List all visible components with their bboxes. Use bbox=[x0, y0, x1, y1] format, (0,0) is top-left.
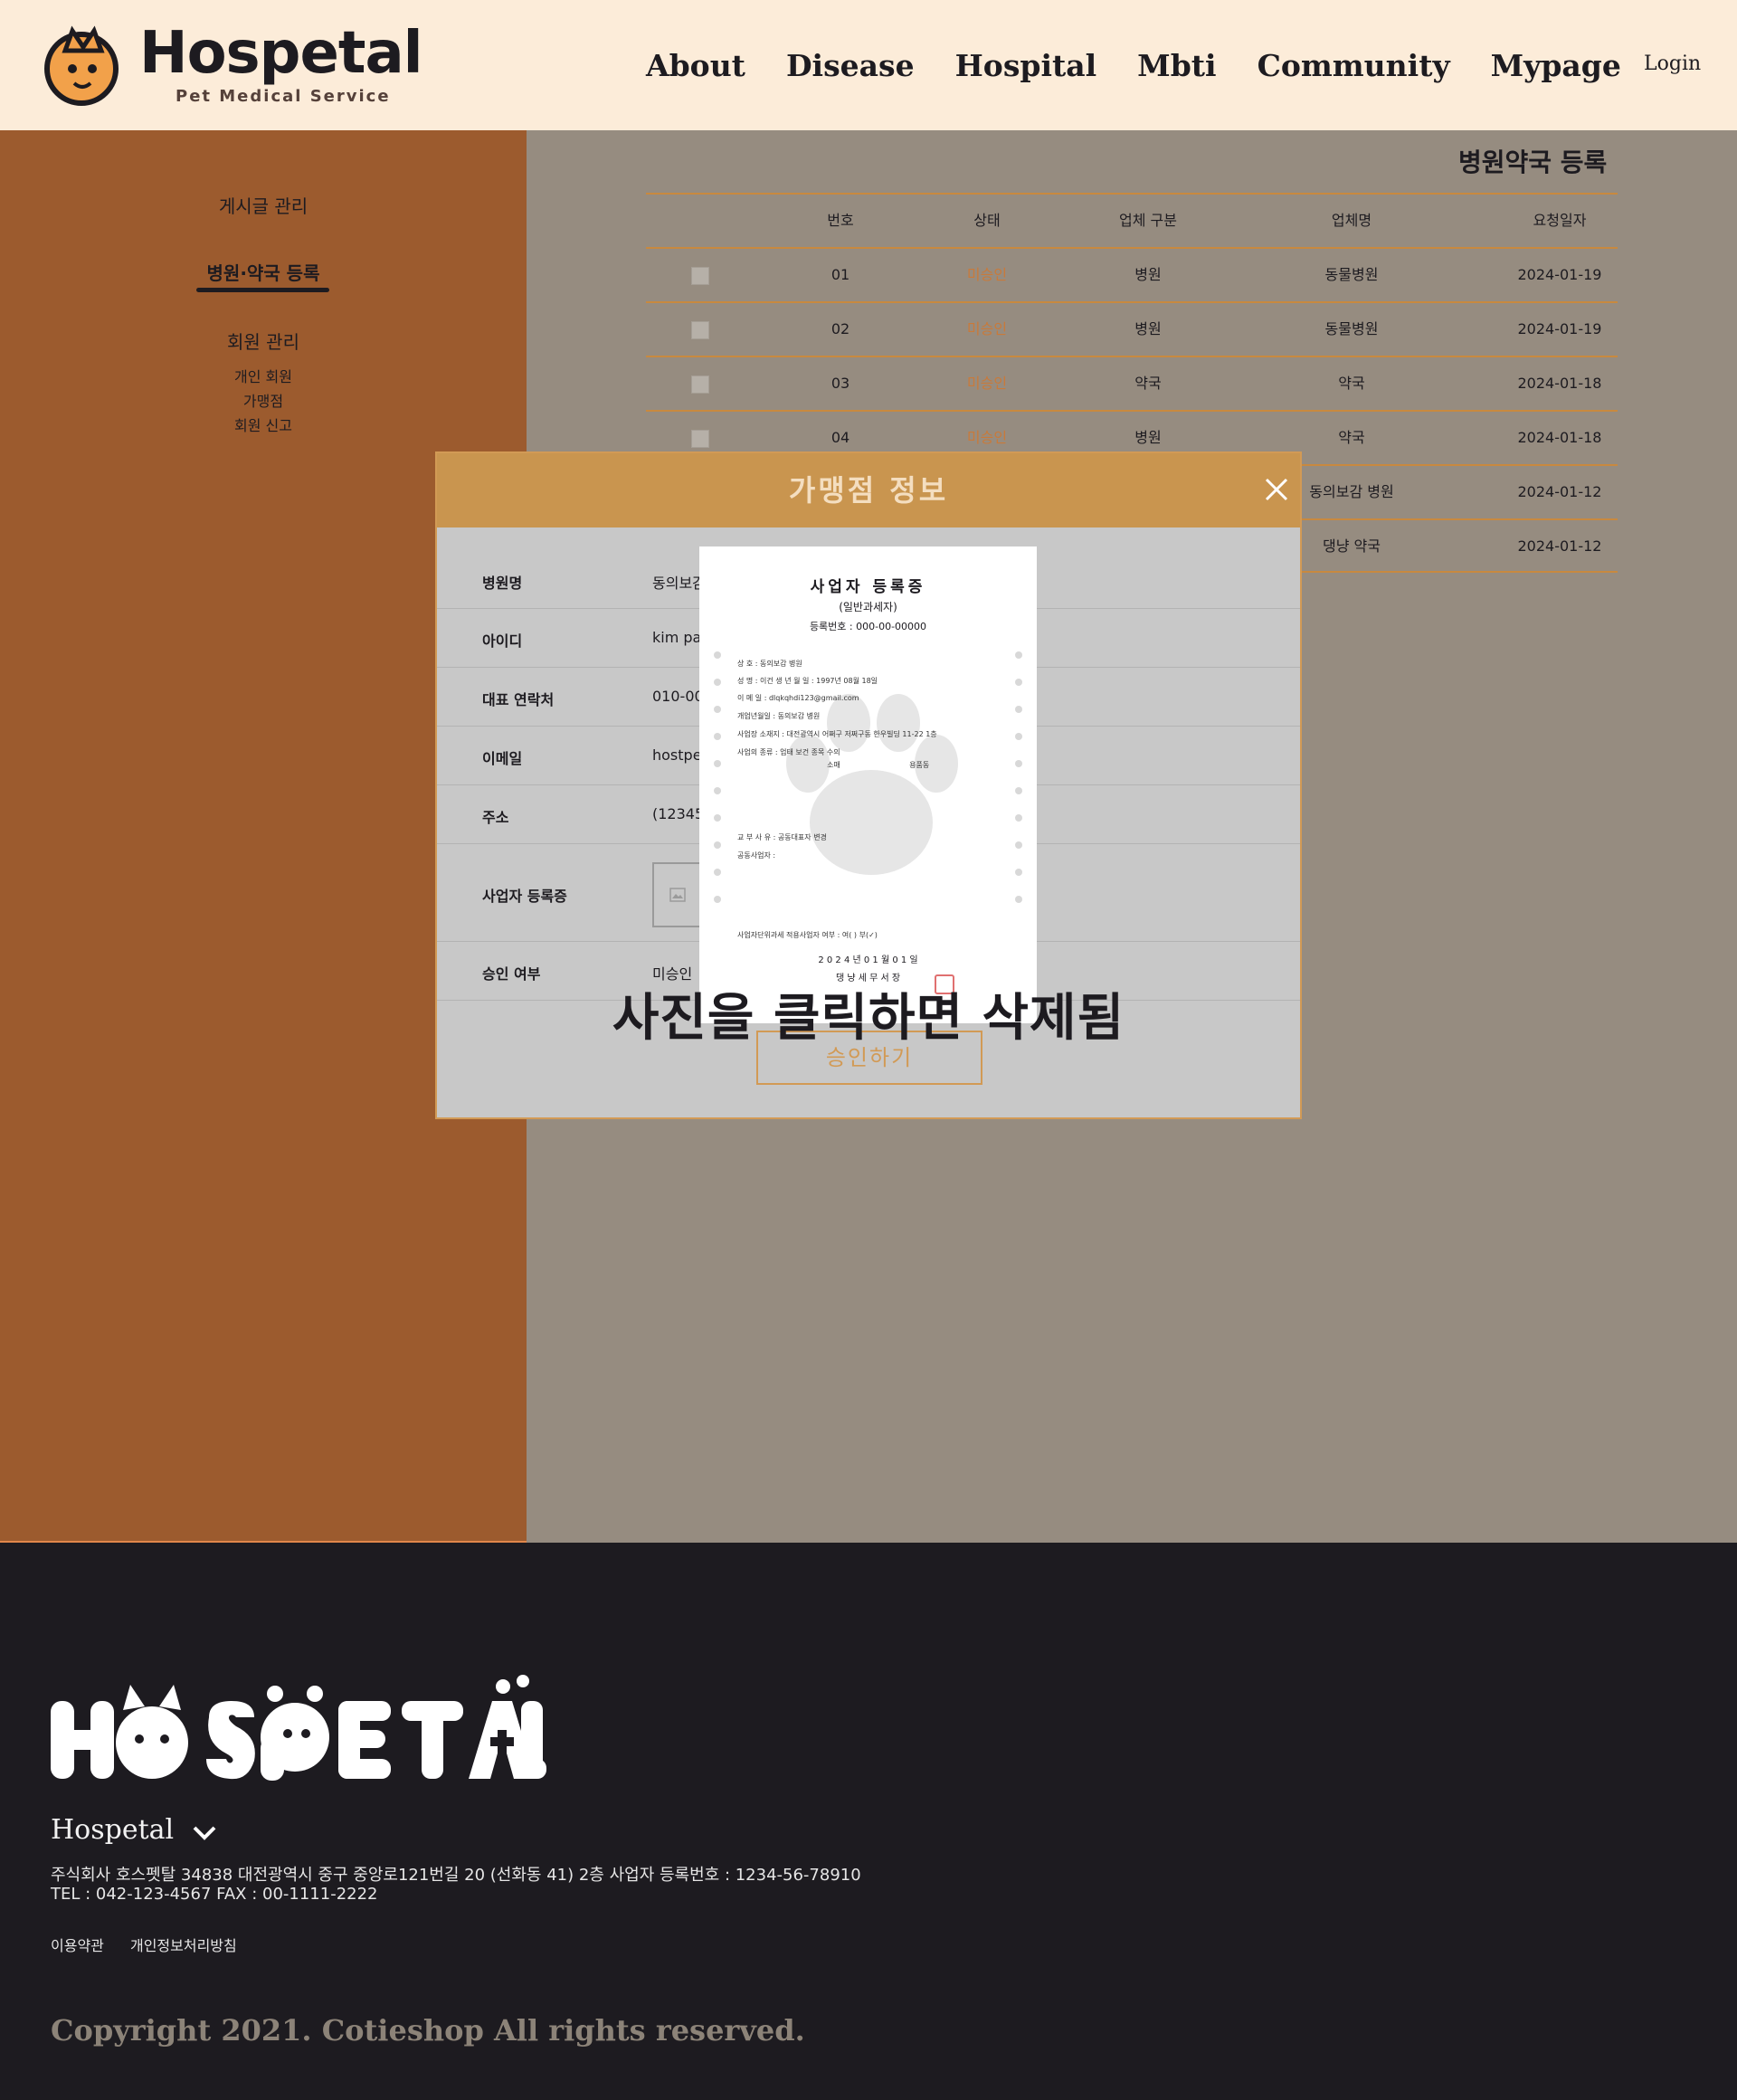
row-no: 02 bbox=[831, 320, 850, 337]
login-link[interactable]: Login bbox=[1644, 52, 1701, 75]
row-type: 병원 bbox=[1134, 266, 1162, 283]
col-header: 업체 구분 bbox=[1119, 212, 1177, 229]
row-date: 2024-01-19 bbox=[1517, 266, 1602, 283]
col-header: 업체명 bbox=[1331, 212, 1372, 229]
cert-reg-no: 등록번호 : 000-00-00000 bbox=[809, 621, 927, 632]
table-row[interactable]: 03 미승인 약국 약국 2024-01-18 bbox=[646, 356, 1618, 410]
cert-line: 사업장 소재지 : 대전광역시 어쩌구 저쩌구동 한우빌딩 11-22 1층 bbox=[737, 730, 937, 738]
cert-line: 교 부 사 유 : 공동대표자 변경 bbox=[737, 833, 827, 841]
chevron-down-icon[interactable] bbox=[192, 1824, 217, 1842]
row-date: 2024-01-18 bbox=[1517, 429, 1602, 446]
cert-line: 이 메 일 : dlqkqhdi123@gmail.com bbox=[737, 694, 859, 702]
pet-logo-icon bbox=[44, 25, 119, 106]
cert-date: 2 0 2 4 년 0 1 월 0 1 일 bbox=[818, 955, 918, 965]
table-row[interactable]: 02 미승인 병원 동물병원 2024-01-19 bbox=[646, 301, 1618, 356]
cert-line: 사업자단위과세 적용사업자 여부 : 여( ) 부(✓) bbox=[737, 931, 878, 939]
field-value: hostpe bbox=[652, 746, 702, 764]
row-date: 2024-01-19 bbox=[1517, 320, 1602, 337]
field-label: 병원명 bbox=[482, 575, 523, 592]
paw-border-icon bbox=[714, 651, 721, 903]
license-thumbnail[interactable] bbox=[652, 862, 703, 927]
cert-line: 사업의 종류 : 업태 보건 종목 수의 bbox=[737, 748, 840, 756]
col-header: 번호 bbox=[827, 212, 854, 229]
copyright: Copyright 2021. Cotieshop All rights res… bbox=[51, 2013, 805, 2048]
row-checkbox[interactable] bbox=[691, 320, 709, 339]
logo-wordmark: Hospetal bbox=[139, 20, 423, 87]
row-date: 2024-01-18 bbox=[1517, 375, 1602, 392]
terms-link[interactable]: 이용약관 bbox=[51, 1937, 104, 1954]
close-icon[interactable] bbox=[1260, 473, 1293, 506]
row-no: 01 bbox=[831, 266, 850, 283]
row-date: 2024-01-12 bbox=[1517, 537, 1602, 555]
sidebar-item-posts[interactable]: 게시글 관리 bbox=[0, 192, 527, 218]
col-header: 요청일자 bbox=[1533, 212, 1587, 229]
nav-about[interactable]: About bbox=[646, 48, 745, 83]
image-icon bbox=[669, 888, 686, 902]
modal-header: 가맹점 정보 bbox=[437, 453, 1300, 527]
page-title: 병원약국 등록 bbox=[1458, 147, 1608, 177]
row-checkbox[interactable] bbox=[691, 375, 709, 394]
field-label: 대표 연락처 bbox=[482, 691, 555, 708]
logo-tagline: Pet Medical Service bbox=[176, 87, 391, 106]
company-contact: TEL : 042-123-4567 FAX : 00-1111-2222 bbox=[51, 1885, 378, 1904]
row-type: 약국 bbox=[1134, 375, 1162, 392]
nav-disease[interactable]: Disease bbox=[786, 48, 915, 83]
sidebar-item-hospital-register[interactable]: 병원·약국 등록 bbox=[0, 259, 527, 285]
field-label: 주소 bbox=[482, 809, 509, 826]
site-header: Hospetal Pet Medical Service About Disea… bbox=[0, 0, 1737, 130]
modal-title: 가맹점 정보 bbox=[788, 473, 949, 508]
sidebar-item-franchise[interactable]: 가맹점 bbox=[0, 389, 527, 411]
field-label: 사업자 등록증 bbox=[482, 888, 567, 905]
cert-line: 개업년월일 : 동의보감 병원 bbox=[737, 712, 821, 720]
row-date: 2024-01-12 bbox=[1517, 483, 1602, 500]
row-name: 동물병원 bbox=[1324, 320, 1379, 337]
row-name: 약국 bbox=[1338, 375, 1365, 392]
col-header: 상태 bbox=[973, 212, 1001, 229]
business-license-image[interactable]: 사업자 등록증 (일반과세자) 등록번호 : 000-00-00000 상 호 … bbox=[699, 546, 1037, 1023]
cert-line: 성 명 : 이건 생 년 월 일 : 1997년 08월 18일 bbox=[737, 677, 878, 685]
nav-hospital[interactable]: Hospital bbox=[955, 48, 1097, 83]
row-checkbox[interactable] bbox=[691, 429, 709, 448]
sidebar-item-individual[interactable]: 개인 회원 bbox=[0, 365, 527, 386]
row-status: 미승인 bbox=[966, 320, 1008, 337]
delete-hint-text: 사진을 클릭하면 삭제됨 bbox=[612, 989, 1125, 1048]
company-info: 주식회사 호스펫탈 34838 대전광역시 중구 중앙로121번길 20 (선화… bbox=[51, 1866, 861, 1885]
row-name: 동물병원 bbox=[1324, 266, 1379, 283]
row-type: 병원 bbox=[1134, 320, 1162, 337]
cert-title: 사업자 등록증 bbox=[810, 578, 926, 596]
row-status: 미승인 bbox=[966, 375, 1008, 392]
privacy-link[interactable]: 개인정보처리방침 bbox=[130, 1937, 237, 1954]
row-status: 미승인 bbox=[966, 266, 1008, 283]
logo[interactable]: Hospetal Pet Medical Service bbox=[38, 20, 423, 109]
field-label: 이메일 bbox=[482, 750, 523, 767]
cert-subtitle: (일반과세자) bbox=[839, 601, 897, 613]
table-row[interactable]: 01 미승인 병원 동물병원 2024-01-19 bbox=[646, 247, 1618, 301]
row-no: 03 bbox=[831, 375, 850, 392]
cert-line: 소매 용품동 bbox=[737, 761, 930, 769]
footer-logo-icon bbox=[51, 1675, 546, 1781]
cert-line: 상 호 : 동의보감 병원 bbox=[737, 660, 802, 668]
main-nav: About Disease Hospital Mbti Community My… bbox=[646, 43, 1662, 87]
footer-links: 이용약관 개인정보처리방침 bbox=[51, 1934, 259, 1955]
active-underline bbox=[196, 288, 329, 292]
cert-line: 공동사업자 : bbox=[737, 851, 776, 860]
row-checkbox[interactable] bbox=[691, 266, 709, 285]
nav-mbti[interactable]: Mbti bbox=[1137, 48, 1216, 83]
sidebar-item-members[interactable]: 회원 관리 bbox=[0, 328, 527, 354]
sidebar-item-reports[interactable]: 회원 신고 bbox=[0, 413, 527, 435]
table-header: 번호 상태 업체 구분 업체명 요청일자 bbox=[646, 193, 1618, 247]
field-label: 아이디 bbox=[482, 632, 523, 650]
paw-border-icon bbox=[1015, 651, 1022, 903]
nav-mypage[interactable]: Mypage bbox=[1491, 48, 1621, 83]
footer-brand[interactable]: Hospetal bbox=[51, 1814, 174, 1846]
nav-community[interactable]: Community bbox=[1258, 48, 1450, 83]
field-value: 동의보감 bbox=[652, 575, 706, 592]
